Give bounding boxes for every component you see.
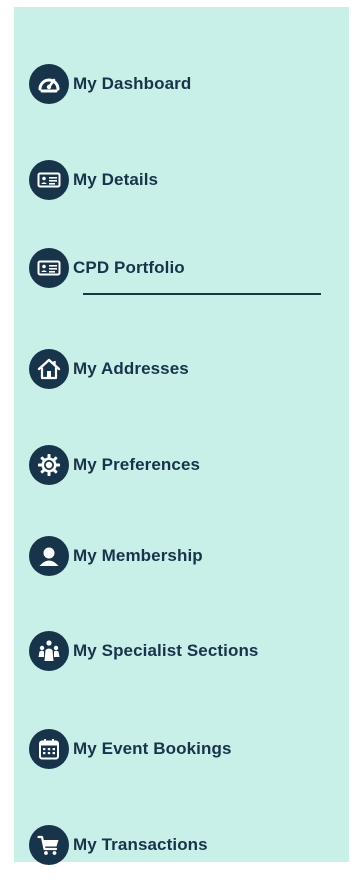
account-sidebar: My Dashboard My Details CPD Portfolio My… [14,7,349,865]
sidebar-item-label: My Preferences [73,455,201,474]
shopping-cart-icon [29,825,69,865]
sidebar-item-my-transactions[interactable]: My Transactions [29,823,339,867]
sidebar-item-label: My Membership [73,546,203,565]
sidebar-item-my-membership[interactable]: My Membership [29,534,339,578]
sidebar-item-my-addresses[interactable]: My Addresses [29,347,339,391]
sidebar-item-my-preferences[interactable]: My Preferences [29,443,339,487]
specialist-icon [29,631,69,671]
sidebar-item-label: My Details [73,170,159,189]
sidebar-item-label: CPD Portfolio [73,258,185,277]
id-card-icon [29,248,69,288]
sidebar-item-label: My Event Bookings [73,739,232,758]
sidebar-item-label: My Dashboard [73,74,192,93]
calendar-icon [29,729,69,769]
sidebar-item-my-details[interactable]: My Details [29,158,339,202]
dashboard-gauge-icon [29,64,69,104]
sidebar-item-my-dashboard[interactable]: My Dashboard [29,62,339,106]
user-icon [29,536,69,576]
gear-icon [29,445,69,485]
sidebar-item-label: My Addresses [73,359,189,378]
id-card-icon [29,160,69,200]
sidebar-item-cpd-portfolio[interactable]: CPD Portfolio [29,246,339,290]
active-item-underline [83,293,321,295]
home-icon [29,349,69,389]
sidebar-item-my-specialist-sections[interactable]: My Specialist Sections [29,629,339,673]
account-navigation: My Dashboard My Details CPD Portfolio My… [14,7,349,865]
sidebar-item-label: My Specialist Sections [73,641,259,660]
sidebar-item-my-event-bookings[interactable]: My Event Bookings [29,727,339,771]
sidebar-item-label: My Transactions [73,835,208,854]
